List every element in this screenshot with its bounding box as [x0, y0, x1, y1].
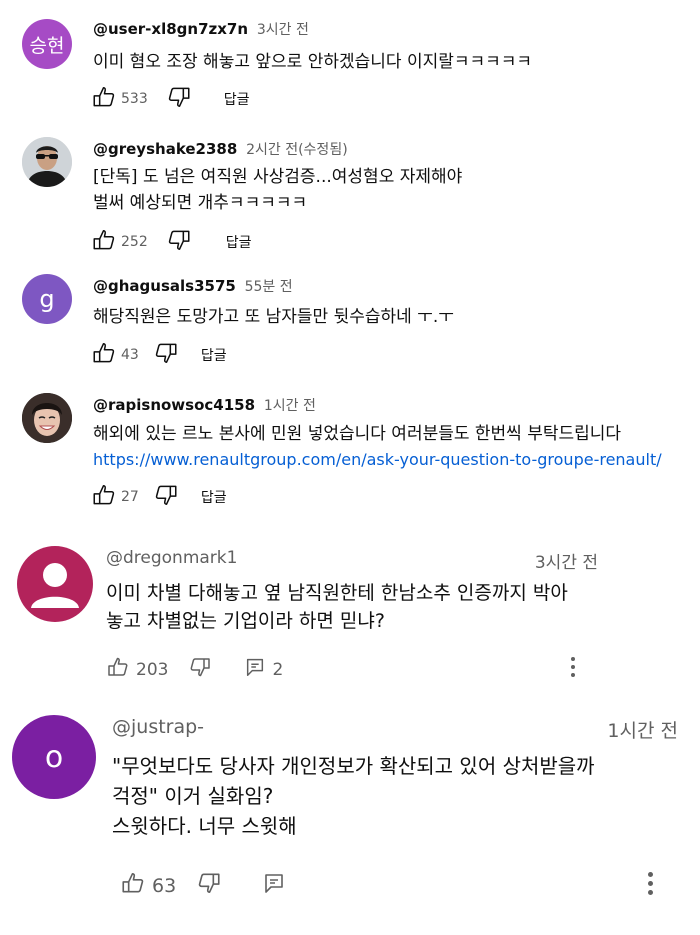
avatar[interactable] — [22, 393, 72, 443]
thumbs-up-icon[interactable] — [91, 482, 117, 512]
avatar[interactable] — [17, 546, 93, 622]
comment-actions: 63 — [120, 870, 286, 901]
comment-header: @greyshake2388 2시간 전(수정됨) — [93, 139, 348, 159]
author-handle[interactable]: @ghagusals3575 — [93, 277, 236, 295]
thumbs-down-icon[interactable] — [153, 482, 179, 512]
comment-actions: 203 2 — [106, 655, 283, 684]
author-handle[interactable]: @rapisnowsoc4158 — [93, 396, 255, 414]
avatar[interactable]: o — [12, 715, 96, 799]
thumbs-up-icon[interactable] — [106, 655, 130, 684]
timestamp[interactable]: 1시간 전 — [264, 398, 316, 414]
reply-button[interactable]: 답글 — [226, 232, 252, 252]
avatar[interactable] — [22, 137, 72, 187]
comment-actions: 27 답글 — [91, 482, 227, 512]
more-options-icon[interactable] — [647, 872, 653, 899]
comment-header: @ghagusals3575 55분 전 — [93, 276, 293, 296]
comment-line: 스윗하다. 너무 스윗해 — [112, 814, 297, 838]
thumbs-down-icon[interactable] — [166, 84, 192, 114]
profile-photo-sunglasses-icon — [22, 137, 72, 187]
author-handle[interactable]: @dregonmark1 — [106, 548, 237, 568]
reply-button[interactable]: 답글 — [201, 487, 227, 507]
thumbs-up-icon[interactable] — [91, 84, 117, 114]
comment-line: 걱정" 이거 실화임? — [112, 784, 274, 808]
thumbs-down-icon[interactable] — [153, 340, 179, 370]
avatar[interactable]: 승현 — [22, 19, 72, 69]
like-count: 43 — [121, 347, 139, 363]
reply-count: 2 — [272, 659, 284, 680]
comment-reply-icon[interactable] — [244, 656, 266, 683]
reply-button[interactable]: 답글 — [201, 345, 227, 365]
comment-header: @rapisnowsoc4158 1시간 전 — [93, 395, 316, 415]
comment-line: 이미 혐오 조장 해놓고 앞으로 안하겠습니다 이지랄ㅋㅋㅋㅋㅋ — [93, 52, 533, 72]
thumbs-up-icon[interactable] — [120, 870, 146, 901]
comment-line: 해당직원은 도망가고 또 남자들만 뒷수습하네 ㅜ.ㅜ — [93, 307, 454, 327]
comment-actions: 533 답글 — [91, 84, 250, 114]
comment-line: 벌써 예상되면 개추ㅋㅋㅋㅋㅋ — [93, 193, 308, 213]
comment-header: @justrap- 1시간 전 — [112, 716, 678, 742]
avatar-letter: g — [39, 285, 55, 313]
thumbs-down-icon[interactable] — [188, 655, 212, 684]
comment-actions: 43 답글 — [91, 340, 227, 370]
thumbs-down-icon[interactable] — [166, 227, 192, 257]
reply-button[interactable]: 답글 — [224, 89, 250, 109]
comment-text: 해당직원은 도망가고 또 남자들만 뒷수습하네 ㅜ.ㅜ — [93, 302, 454, 327]
comment-line: [단독] 도 넘은 여직원 사상검증...여성혐오 자제해야 — [93, 167, 463, 187]
avatar[interactable]: g — [22, 274, 72, 324]
comment-text: 이미 혐오 조장 해놓고 앞으로 안하겠습니다 이지랄ㅋㅋㅋㅋㅋ — [93, 47, 532, 72]
more-options-icon[interactable] — [570, 657, 576, 681]
comment-line: 해외에 있는 르노 본사에 민원 넣었습니다 여러분들도 한번씩 부탁드립니다 — [93, 424, 622, 444]
timestamp[interactable]: 3시간 전 — [535, 548, 598, 573]
comment-text: [단독] 도 넘은 여직원 사상검증...여성혐오 자제해야 벌써 예상되면 개… — [93, 164, 462, 216]
author-handle[interactable]: @justrap- — [112, 716, 204, 738]
like-count: 252 — [121, 234, 148, 250]
timestamp[interactable]: 2시간 전(수정됨) — [246, 142, 348, 158]
author-handle[interactable]: @user-xl8gn7zx7n — [93, 20, 248, 38]
comment-header: @dregonmark1 3시간 전 — [106, 548, 598, 573]
comment-reply-icon[interactable] — [262, 871, 286, 900]
comment-link[interactable]: https://www.renaultgroup.com/en/ask-your… — [93, 450, 662, 469]
thumbs-up-icon[interactable] — [91, 227, 117, 257]
like-count: 203 — [136, 659, 169, 680]
timestamp[interactable]: 1시간 전 — [607, 716, 678, 743]
avatar-letter: o — [44, 739, 64, 775]
comment-line: 놓고 차별없는 기업이라 하면 믿냐? — [106, 610, 385, 632]
thumbs-up-icon[interactable] — [91, 340, 117, 370]
comment-line: 이미 차별 다해놓고 옆 남직원한테 한남소추 인증까지 박아 — [106, 582, 568, 604]
like-count: 533 — [121, 91, 148, 107]
timestamp[interactable]: 3시간 전 — [257, 22, 309, 38]
profile-photo-smiling-woman-icon — [22, 393, 72, 443]
comment-header: @user-xl8gn7zx7n 3시간 전 — [93, 19, 309, 39]
comment-line: "무엇보다도 당사자 개인정보가 확산되고 있어 상처받을까 — [112, 754, 595, 778]
author-handle[interactable]: @greyshake2388 — [93, 140, 237, 158]
comment-text: 해외에 있는 르노 본사에 민원 넣었습니다 여러분들도 한번씩 부탁드립니다 … — [93, 421, 662, 473]
default-person-icon — [31, 563, 79, 608]
comment-text: 이미 차별 다해놓고 옆 남직원한테 한남소추 인증까지 박아 놓고 차별없는 … — [106, 579, 568, 635]
avatar-letter: 승현 — [29, 34, 65, 57]
thumbs-down-icon[interactable] — [196, 870, 222, 901]
comment-text: "무엇보다도 당사자 개인정보가 확산되고 있어 상처받을까 걱정" 이거 실화… — [112, 751, 595, 841]
comment-actions: 252 답글 — [91, 227, 252, 257]
like-count: 27 — [121, 489, 139, 505]
like-count: 63 — [152, 874, 177, 897]
timestamp[interactable]: 55분 전 — [245, 279, 293, 295]
